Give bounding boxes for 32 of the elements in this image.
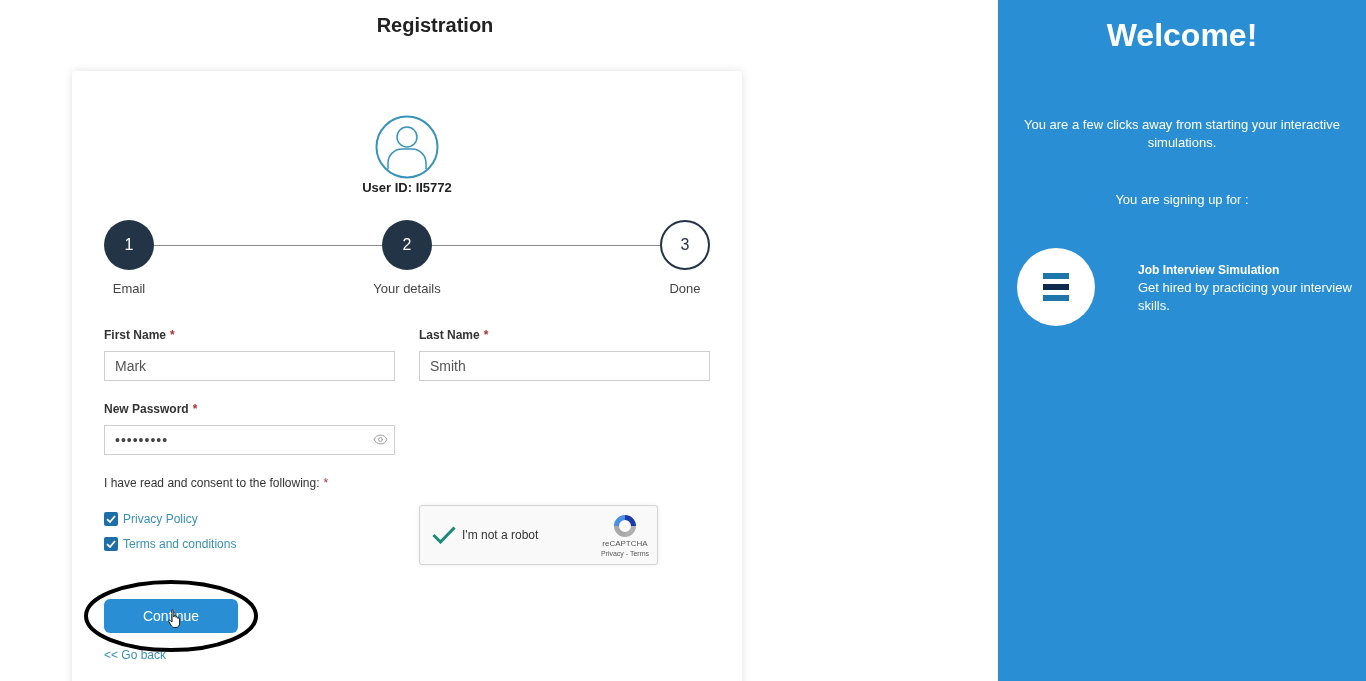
user-id: User ID: II5772 — [362, 180, 452, 196]
required-mark: * — [483, 327, 489, 343]
step-label: Your details — [373, 281, 441, 297]
text-field[interactable]: Smith — [419, 351, 710, 381]
captcha-label: I'm not a robot — [462, 527, 540, 544]
go-back-link[interactable]: << Go back — [104, 647, 167, 663]
field-label: First Name — [104, 327, 167, 343]
welcome-intro: You are a few clicks away from starting your interactive simulations. — [1023, 116, 1341, 152]
page-title: Registration — [376, 13, 494, 37]
consent-label: I have read and consent to the following: — [104, 475, 320, 491]
check-icon[interactable] — [432, 526, 456, 544]
field-label: New Password — [104, 401, 189, 417]
checkbox[interactable] — [104, 537, 118, 551]
welcome-title: Welcome! — [1106, 16, 1258, 55]
required-mark: * — [192, 401, 198, 417]
password-field[interactable]: ••••••••• — [104, 425, 395, 455]
checkbox[interactable] — [104, 512, 118, 526]
step-label: Done — [669, 281, 701, 297]
policy-link[interactable]: Privacy Policy — [123, 510, 198, 528]
captcha-brand: reCAPTCHA — [602, 538, 648, 549]
product-description: Get hired by practicing your interview skills. — [1138, 279, 1353, 315]
product-name: Job Interview Simulation — [1138, 262, 1281, 279]
recaptcha-logo-icon — [611, 512, 638, 539]
signup-label: You are signing up for : — [1115, 191, 1249, 209]
field-label: Last Name — [419, 327, 480, 343]
user-avatar-icon — [375, 115, 439, 179]
text-field[interactable]: Mark — [104, 351, 395, 381]
stacked-bars-icon — [1043, 273, 1069, 301]
required-mark: * — [170, 327, 175, 343]
step-label: Email — [112, 281, 146, 297]
required-mark: * — [323, 475, 329, 491]
policy-link[interactable]: Terms and conditions — [123, 535, 237, 553]
